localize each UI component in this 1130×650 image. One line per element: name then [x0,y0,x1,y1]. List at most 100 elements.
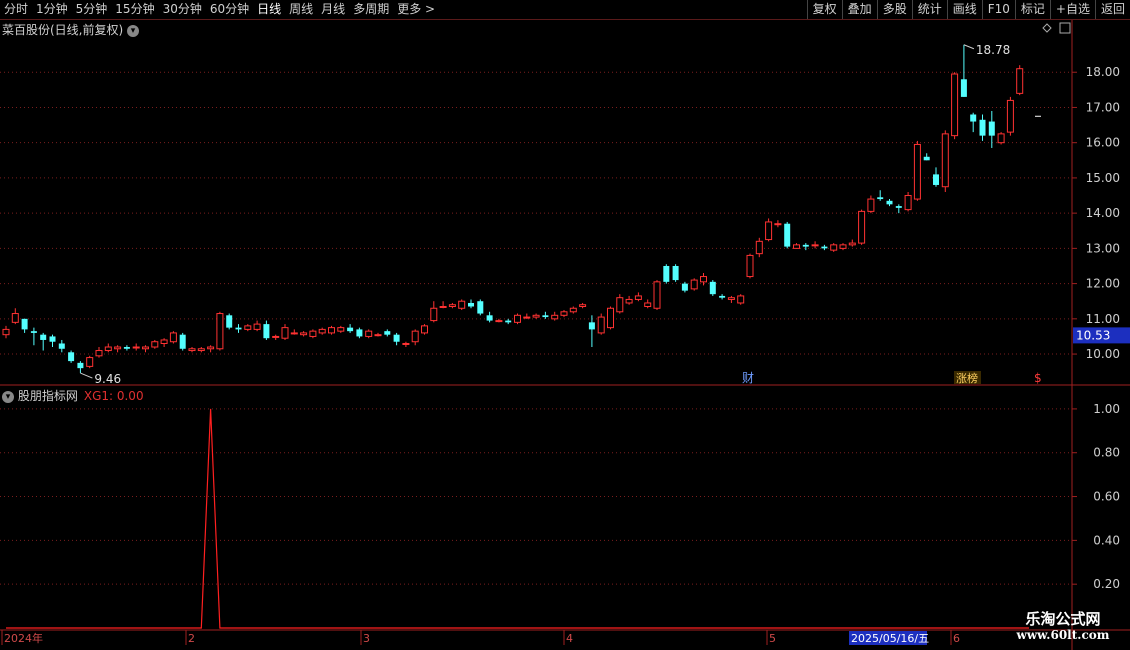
candle-body-up[interactable] [188,348,196,352]
candle-body-up[interactable] [746,254,754,278]
candle-body-down[interactable] [672,265,679,281]
candle-body-down[interactable] [821,246,828,249]
candle-body-up[interactable] [374,334,382,337]
candle-body-down[interactable] [58,343,65,349]
candle-body-up[interactable] [458,300,466,309]
candle-body-up[interactable] [1006,99,1014,133]
candle-body-up[interactable] [941,133,949,188]
candle-body-up[interactable] [727,297,735,300]
candle-body-down[interactable] [477,301,484,314]
candle-body-up[interactable] [142,346,149,350]
candle-body-up[interactable] [309,330,317,337]
candle-body-up[interactable] [597,316,605,334]
candle-body-up[interactable] [793,244,800,249]
candle-body-up[interactable] [448,304,456,307]
candle-body-up[interactable] [430,307,438,322]
candle-body-down[interactable] [263,324,270,339]
candle-body-down[interactable] [30,331,37,333]
candle-body-up[interactable] [830,244,838,251]
candle-body-up[interactable] [95,350,103,357]
candle-body-up[interactable] [523,316,531,319]
candle-body-down[interactable] [347,327,354,332]
candle-body-up[interactable] [104,346,112,352]
candle-body-down[interactable] [895,206,902,208]
candle-body-up[interactable] [114,346,122,350]
candle-body-up[interactable] [411,330,419,343]
candle-body-down[interactable] [719,295,726,298]
candle-body-up[interactable] [11,313,19,323]
candle-body-up[interactable] [300,332,308,336]
candle-body-up[interactable] [337,327,345,332]
candle-body-up[interactable] [328,327,335,334]
candle-body-down[interactable] [468,302,474,307]
candle-body-down[interactable] [123,347,130,349]
candle-body-down[interactable] [393,334,400,342]
candle-body-up[interactable] [867,198,875,212]
candle-body-up[interactable] [514,314,521,323]
candle-body-down[interactable] [886,200,893,205]
candle-body-up[interactable] [86,357,94,367]
candle-body-up[interactable] [569,307,577,313]
candle-body-up[interactable] [253,323,261,330]
candle-body-up[interactable] [644,302,652,307]
candle-body-up[interactable] [997,133,1005,144]
candle-body-down[interactable] [77,362,84,369]
candle-body-down[interactable] [486,315,493,321]
candle-body-down[interactable] [877,197,884,200]
candle-body-up[interactable] [913,143,921,200]
panel-toggle-icon[interactable] [1059,22,1071,34]
candle-body-down[interactable] [588,322,595,330]
candle-body-up[interactable] [811,244,819,247]
candle-body-down[interactable] [681,283,688,291]
candle-body-down[interactable] [356,329,363,337]
candle-body-down[interactable] [802,244,809,247]
candle-body-down[interactable] [505,320,512,323]
candle-body-up[interactable] [616,297,624,313]
candle-body-up[interactable] [169,332,177,343]
candle-body-up[interactable] [197,348,205,352]
candle-body-up[interactable] [848,242,856,246]
candle-body-up[interactable] [551,314,559,320]
kline-chart[interactable]: 18.00 17.00 16.00 15.00 14.00 13.00 12.00 11.00… [0,0,1130,650]
candle-body-down[interactable] [40,334,47,340]
candle-body-up[interactable] [2,328,10,336]
candle-body-up[interactable] [365,330,373,337]
candle-body-down[interactable] [384,331,391,335]
candle-body-up[interactable] [160,339,168,344]
candle-body-down[interactable] [960,79,967,97]
candle-body-down[interactable] [68,352,75,362]
candle-body-up[interactable] [625,298,633,304]
candle-body-up[interactable] [774,223,782,226]
candle-body-up[interactable] [318,328,326,334]
candle-body-up[interactable] [904,195,912,211]
candle-body-down[interactable] [923,156,930,161]
candle-body-up[interactable] [132,346,140,349]
candle-body-up[interactable] [700,276,707,283]
candle-body-down[interactable] [709,281,716,295]
candle-body-up[interactable] [1016,68,1024,94]
candle-body-down[interactable] [49,336,56,342]
candle-body-down[interactable] [179,334,186,349]
candle-body-up[interactable] [737,295,745,304]
candle-body-down[interactable] [226,315,233,328]
candle-body-up[interactable] [290,332,298,335]
candle-body-up[interactable] [607,307,614,329]
candle-body-up[interactable] [690,279,698,290]
candle-body-up[interactable] [765,221,773,241]
candle-body-up[interactable] [216,313,224,350]
candle-body-up[interactable] [402,342,410,345]
candle-body-down[interactable] [988,121,995,136]
candle-body-up[interactable] [281,327,289,339]
candle-body-down[interactable] [784,223,791,247]
candle-body-up[interactable] [858,210,866,244]
candle-body-up[interactable] [755,240,763,255]
candle-body-down[interactable] [979,119,986,136]
candle-body-up[interactable] [421,325,428,334]
candle-body-up[interactable] [207,346,215,350]
candle-body-down[interactable] [970,114,977,122]
candle-body-up[interactable] [244,325,252,330]
candle-body-down[interactable] [235,327,242,330]
candle-body-up[interactable] [839,244,847,249]
candle-body-down[interactable] [542,315,549,318]
candle-body-up[interactable] [151,341,159,348]
